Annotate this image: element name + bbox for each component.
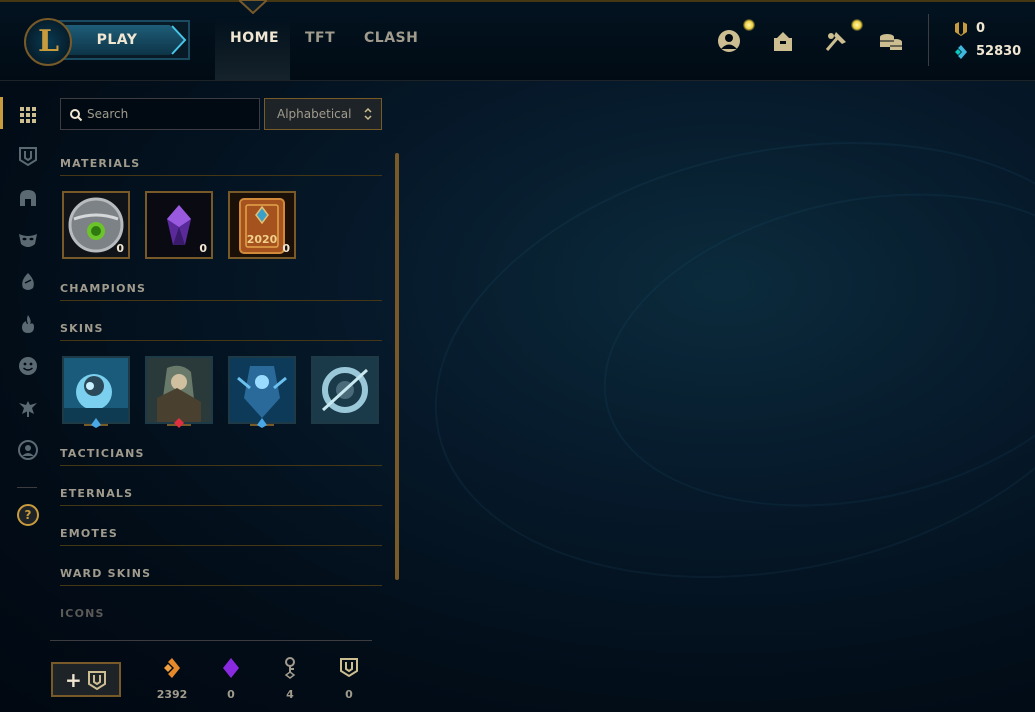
home-tab-highlight bbox=[215, 18, 290, 80]
sort-dropdown[interactable]: Alphabetical bbox=[264, 98, 382, 130]
blue-essence-icon bbox=[955, 45, 967, 59]
skin-art-icon bbox=[313, 358, 377, 422]
rarity-red-icon bbox=[167, 418, 191, 428]
orange-essence-value: 2392 bbox=[156, 688, 188, 701]
chest-counter[interactable]: 0 bbox=[324, 656, 374, 701]
chevron-updown-icon bbox=[364, 107, 372, 121]
header-divider bbox=[928, 14, 929, 66]
section-title-ward-skins[interactable]: WARD SKINS bbox=[60, 567, 151, 580]
profile-icon[interactable] bbox=[716, 28, 742, 54]
orange-essence-icon bbox=[164, 658, 180, 678]
chest-icon[interactable] bbox=[17, 145, 39, 167]
search-icon bbox=[70, 109, 83, 122]
material-count: 0 bbox=[116, 242, 124, 255]
flame-icon[interactable] bbox=[17, 313, 39, 335]
skin-art-icon bbox=[230, 358, 294, 422]
collection-icon[interactable] bbox=[770, 28, 796, 54]
rp-value: 0 bbox=[976, 21, 986, 36]
section-divider bbox=[60, 300, 382, 301]
add-label: + bbox=[65, 668, 82, 692]
chest-icon bbox=[340, 658, 358, 678]
gemstone-counter[interactable]: 0 bbox=[206, 656, 256, 701]
event-token-year: 2020 bbox=[247, 233, 278, 246]
scrollbar-thumb[interactable] bbox=[395, 153, 399, 580]
section-divider bbox=[60, 175, 382, 176]
gemstone-icon bbox=[223, 658, 239, 678]
tactician-icon[interactable] bbox=[17, 397, 39, 419]
grid-icon[interactable] bbox=[17, 104, 39, 126]
gemstone-value: 0 bbox=[227, 688, 235, 701]
section-divider bbox=[60, 505, 382, 506]
material-gemstone-tile[interactable]: 0 bbox=[145, 191, 213, 259]
blue-essence-value: 52830 bbox=[976, 44, 1022, 59]
material-capsule-tile[interactable]: 0 bbox=[62, 191, 130, 259]
rarity-blue-icon bbox=[250, 418, 274, 428]
profile-circle-icon[interactable] bbox=[17, 439, 39, 461]
rp-balance[interactable]: 0 bbox=[953, 21, 985, 41]
blue-essence-balance[interactable]: 52830 bbox=[953, 44, 1021, 64]
sort-label: Alphabetical bbox=[277, 107, 352, 121]
rail-active-indicator bbox=[0, 97, 3, 129]
rail-divider bbox=[17, 487, 37, 488]
chest-icon bbox=[88, 671, 106, 690]
section-title-tacticians[interactable]: TACTICIANS bbox=[60, 447, 145, 460]
league-logo-icon[interactable]: L bbox=[24, 18, 72, 66]
skin-tile[interactable] bbox=[62, 356, 130, 424]
key-icon bbox=[284, 657, 296, 679]
key-value: 4 bbox=[286, 688, 294, 701]
loot-icon[interactable] bbox=[824, 28, 850, 54]
notch-indicator-icon bbox=[239, 0, 267, 14]
section-title-materials[interactable]: MATERIALS bbox=[60, 157, 140, 170]
search-input[interactable] bbox=[87, 105, 252, 123]
section-title-icons[interactable]: ICONS bbox=[60, 607, 105, 620]
skin-art-icon bbox=[147, 358, 211, 422]
tab-clash[interactable]: CLASH bbox=[364, 30, 418, 46]
section-divider bbox=[60, 585, 382, 586]
notification-glow-icon bbox=[743, 19, 755, 31]
search-field[interactable] bbox=[60, 98, 260, 130]
rp-icon bbox=[955, 22, 967, 36]
store-icon[interactable] bbox=[878, 28, 904, 54]
emote-icon[interactable] bbox=[17, 355, 39, 377]
orange-essence-counter[interactable]: 2392 bbox=[147, 656, 197, 701]
tab-tft[interactable]: TFT bbox=[305, 30, 335, 46]
skin-tile[interactable] bbox=[228, 356, 296, 424]
material-event-token-tile[interactable]: 2020 0 bbox=[228, 191, 296, 259]
notification-glow-icon bbox=[851, 19, 863, 31]
section-divider bbox=[60, 545, 382, 546]
play-arrow-icon bbox=[171, 25, 187, 55]
egg-icon[interactable] bbox=[17, 271, 39, 293]
section-divider bbox=[60, 465, 382, 466]
material-count: 0 bbox=[199, 242, 207, 255]
chest-value: 0 bbox=[345, 688, 353, 701]
skin-tile[interactable] bbox=[311, 356, 379, 424]
mask-icon[interactable] bbox=[17, 229, 39, 251]
help-icon[interactable]: ? bbox=[17, 504, 39, 526]
section-title-eternals[interactable]: ETERNALS bbox=[60, 487, 133, 500]
rarity-blue-icon bbox=[84, 418, 108, 428]
top-navigation-bar: PLAY L HOME TFT CLASH 0 52830 bbox=[0, 0, 1035, 81]
play-button[interactable]: PLAY bbox=[58, 20, 190, 60]
helmet-icon[interactable] bbox=[17, 187, 39, 209]
key-counter[interactable]: 4 bbox=[265, 656, 315, 701]
footer-divider bbox=[50, 640, 372, 641]
collection-screen: PLAY L HOME TFT CLASH 0 52830 ? Search A… bbox=[0, 0, 1035, 712]
skin-art-icon bbox=[64, 358, 128, 422]
section-title-emotes[interactable]: EMOTES bbox=[60, 527, 118, 540]
add-chest-button[interactable]: + bbox=[51, 662, 121, 697]
top-border bbox=[0, 0, 1035, 2]
section-divider bbox=[60, 340, 382, 341]
play-label: PLAY bbox=[96, 32, 138, 48]
section-title-skins[interactable]: SKINS bbox=[60, 322, 104, 335]
section-title-champions[interactable]: CHAMPIONS bbox=[60, 282, 146, 295]
tab-home[interactable]: HOME bbox=[230, 30, 279, 46]
material-count: 0 bbox=[282, 242, 290, 255]
skin-tile[interactable] bbox=[145, 356, 213, 424]
